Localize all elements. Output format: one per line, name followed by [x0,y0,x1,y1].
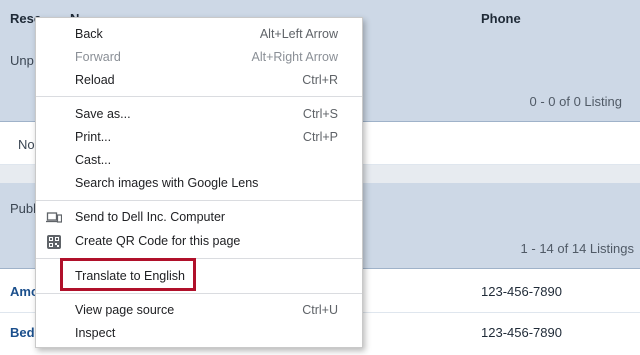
menu-item-shortcut: Alt+Left Arrow [259,27,338,41]
menu-item-label: Cast... [75,153,112,167]
menu-separator [36,293,362,294]
menu-item-shortcut: Ctrl+R [302,73,338,87]
section-label: Unp [10,53,34,68]
menu-item-label: Send to Dell Inc. Computer [75,210,226,224]
menu-item-label: Print... [75,130,112,144]
menu-item-shortcut: Alt+Right Arrow [251,50,339,64]
context-menu: Back Alt+Left Arrow Forward Alt+Right Ar… [35,17,363,348]
menu-item-label: View page source [75,303,175,317]
listing-name-link[interactable]: Amc [10,284,38,299]
menu-item-label: Create QR Code for this page [75,234,241,248]
menu-item-reload[interactable]: Reload Ctrl+R [36,69,362,92]
menu-item-label: Forward [75,50,121,64]
highlight-annotation [60,258,196,291]
menu-separator [36,96,362,97]
menu-item-shortcut: Ctrl+P [302,130,338,144]
menu-item-view-page-source[interactable]: View page source Ctrl+U [36,299,362,322]
menu-item-shortcut: Ctrl+U [302,303,338,317]
menu-item-shortcut: Ctrl+S [302,107,338,121]
menu-item-label: Save as... [75,107,131,121]
menu-item-inspect[interactable]: Inspect [36,322,362,345]
menu-item-label: Inspect [75,326,116,340]
menu-item-save-as[interactable]: Save as... Ctrl+S [36,103,362,126]
column-header-phone[interactable]: Phone [481,11,521,26]
listing-phone: 123-456-7890 [481,284,562,299]
empty-message: No [18,137,35,152]
menu-item-label: Reload [75,73,115,87]
menu-item-google-lens[interactable]: Search images with Google Lens [36,172,362,195]
listing-count: 1 - 14 of 14 Listings [520,241,634,256]
menu-item-print[interactable]: Print... Ctrl+P [36,126,362,149]
menu-item-send-to-device[interactable]: Send to Dell Inc. Computer [36,206,362,229]
listing-count: 0 - 0 of 0 Listing [529,94,623,109]
menu-item-create-qr-code[interactable]: Create QR Code for this page [36,230,362,253]
qr-code-icon [46,234,62,250]
section-label: Publ [10,201,37,216]
laptop-phone-icon [46,210,63,226]
menu-item-back[interactable]: Back Alt+Left Arrow [36,23,362,46]
listing-phone: 123-456-7890 [481,325,562,340]
menu-item-cast[interactable]: Cast... [36,149,362,172]
menu-separator [36,200,362,201]
menu-item-forward: Forward Alt+Right Arrow [36,46,362,69]
menu-item-label: Back [75,27,103,41]
listing-name-link[interactable]: Bed [10,325,35,340]
menu-item-label: Search images with Google Lens [75,176,259,190]
